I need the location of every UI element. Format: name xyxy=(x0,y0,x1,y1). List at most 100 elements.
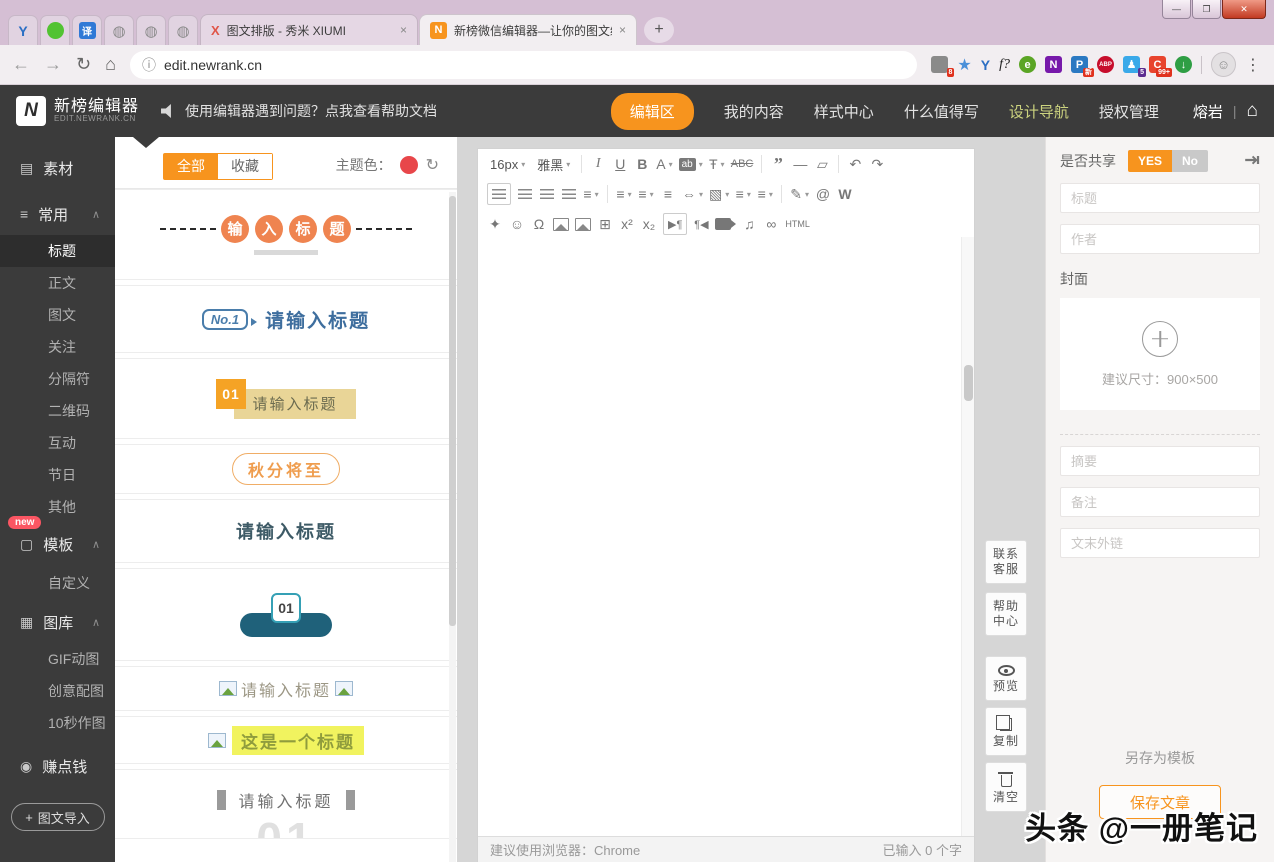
outdent-button[interactable]: ≡ xyxy=(660,183,676,205)
person-extension-icon[interactable]: ♟ 5 xyxy=(1123,56,1146,77)
adblock-extension-icon[interactable]: ABP xyxy=(1097,56,1114,73)
special-char-button[interactable]: Ω xyxy=(531,213,547,235)
pinned-tab-y[interactable]: Y xyxy=(8,15,38,45)
scrollbar-thumb[interactable] xyxy=(964,365,973,401)
onenote-extension-icon[interactable]: N xyxy=(1045,56,1062,73)
pinned-tab-globe-2[interactable]: ◍ xyxy=(136,15,166,45)
html-source-button[interactable]: HTML xyxy=(785,213,810,235)
editor-scrollbar[interactable] xyxy=(961,237,974,836)
edit-image-button[interactable] xyxy=(575,213,591,235)
align-left-button[interactable] xyxy=(487,183,511,205)
background-color-button[interactable]: ab ▾ xyxy=(678,153,703,175)
tab-all[interactable]: 全部 xyxy=(164,154,218,179)
author-field[interactable] xyxy=(1060,224,1260,254)
puzzle-extension-icon[interactable]: 8 xyxy=(931,56,955,77)
chevron-up-icon[interactable]: ∧ xyxy=(92,538,100,551)
template-item-pill-title[interactable]: 秋分将至 xyxy=(115,444,457,494)
template-item-no1-title[interactable]: No.1 请输入标题 xyxy=(115,285,457,353)
subscript-button[interactable]: x₂ xyxy=(641,213,657,235)
paragraph-spacing-button[interactable]: ≡ ▾ xyxy=(757,183,773,205)
insert-link-button[interactable]: ∞ xyxy=(763,213,779,235)
sidebar-item-creative[interactable]: 创意配图 xyxy=(0,675,115,707)
text-format-button[interactable]: Ŧ ▾ xyxy=(709,153,725,175)
sidebar-group-common[interactable]: ≡ 常用 ∧ xyxy=(0,193,115,235)
pinned-tab-translate[interactable]: 译 xyxy=(72,15,102,45)
word-import-button[interactable]: W xyxy=(837,183,853,205)
template-item-images-title[interactable]: 请输入标题 xyxy=(115,666,457,711)
bookmark-star-icon[interactable]: ★ xyxy=(957,55,971,75)
sidebar-item-qrcode[interactable]: 二维码 xyxy=(0,395,115,427)
username[interactable]: 熔岩 xyxy=(1193,101,1223,122)
reload-icon[interactable]: ↻ xyxy=(76,54,91,75)
forward-icon[interactable]: → xyxy=(44,54,62,75)
newrank-logo[interactable]: N xyxy=(16,96,46,126)
sidebar-item-gif[interactable]: GIF动图 xyxy=(0,643,115,675)
undo-button[interactable]: ↶ xyxy=(847,153,863,175)
url-input[interactable]: ⓘ edit.newrank.cn xyxy=(129,50,918,79)
sidebar-group-material[interactable]: ▤ 素材 xyxy=(0,143,115,193)
sidebar-group-template[interactable]: ▢ 模板 ∧ xyxy=(0,523,115,565)
template-item-01-tan-title[interactable]: 请输入标题 01 xyxy=(115,358,457,439)
fx-extension-icon[interactable]: f? xyxy=(999,57,1010,73)
theme-color-swatch[interactable] xyxy=(399,156,418,174)
scrollbar-thumb[interactable] xyxy=(449,196,456,626)
insert-table-button[interactable]: ⊞ xyxy=(597,213,613,235)
browser-avatar[interactable]: ☺ xyxy=(1211,52,1236,77)
bold-button[interactable]: B xyxy=(634,153,650,175)
help-notice-link[interactable]: 使用编辑器遇到问题？点我查看帮助文档 xyxy=(185,101,437,121)
align-center-button[interactable] xyxy=(517,183,533,205)
note-field[interactable] xyxy=(1060,487,1260,517)
cover-upload-area[interactable]: 建议尺寸：900×500 xyxy=(1060,298,1260,410)
maximize-button[interactable]: ❐ xyxy=(1192,0,1221,19)
sidebar-item-imagetext[interactable]: 图文 xyxy=(0,299,115,331)
indent-button[interactable]: ≡ ▾ xyxy=(583,183,599,205)
italic-button[interactable]: I xyxy=(590,153,606,175)
sidebar-item-10s-image[interactable]: 10秒作图 xyxy=(0,707,115,739)
sidebar-item-divider[interactable]: 分隔符 xyxy=(0,363,115,395)
sidebar-item-festival[interactable]: 节日 xyxy=(0,459,115,491)
nav-item-style-center[interactable]: 样式中心 xyxy=(814,101,874,122)
ordered-list-button[interactable]: ≡ ▾ xyxy=(616,183,632,205)
preview-button[interactable]: 预览 xyxy=(985,656,1027,701)
c-extension-icon[interactable]: C 99+ xyxy=(1149,56,1172,77)
format-painter-button[interactable]: ✦ xyxy=(487,213,503,235)
insert-music-button[interactable]: ♫ xyxy=(741,213,757,235)
nav-item-what-to-write[interactable]: 什么值得写 xyxy=(904,101,979,122)
new-tab-button[interactable]: + xyxy=(644,17,674,43)
chevron-up-icon[interactable]: ∧ xyxy=(92,208,100,221)
template-item-bars-title[interactable]: 请输入标题 01 xyxy=(115,769,457,839)
import-article-button[interactable]: + 图文导入 xyxy=(10,803,105,831)
tab-newrank[interactable]: N 新榜微信编辑器—让你的图文编 × xyxy=(419,14,637,45)
font-size-select[interactable]: 16px ▾ xyxy=(490,153,525,175)
template-item-01-capsule[interactable]: 01 xyxy=(115,568,457,661)
save-as-template-link[interactable]: 另存为模板 xyxy=(1060,748,1260,768)
underline-button[interactable]: U xyxy=(612,153,628,175)
horizontal-rule-button[interactable]: — xyxy=(792,153,808,175)
sidebar-item-interaction[interactable]: 互动 xyxy=(0,427,115,459)
emoji-button[interactable]: ☺ xyxy=(509,213,525,235)
pinned-tab-globe-1[interactable]: ◍ xyxy=(104,15,134,45)
share-yes-toggle[interactable]: YES xyxy=(1128,149,1173,172)
sidebar-item-follow[interactable]: 关注 xyxy=(0,331,115,363)
pinned-tab-globe-3[interactable]: ◍ xyxy=(168,15,198,45)
search-replace-button[interactable]: @ xyxy=(815,183,831,205)
template-item-circles-title[interactable]: 输 入 标 题 xyxy=(115,189,457,280)
font-color-button[interactable]: A ▾ xyxy=(656,153,672,175)
rtl-button[interactable]: ¶◀ xyxy=(693,213,709,235)
add-cover-icon[interactable] xyxy=(1142,320,1178,357)
align-justify-button[interactable] xyxy=(561,183,577,205)
clear-format-button[interactable]: ▱ xyxy=(814,153,830,175)
evernote-extension-icon[interactable]: e xyxy=(1019,56,1036,73)
nav-item-my-content[interactable]: 我的内容 xyxy=(724,101,784,122)
p-extension-icon[interactable]: P新 xyxy=(1071,56,1094,77)
close-tab-icon[interactable]: × xyxy=(400,23,407,37)
copy-button[interactable]: 复制 xyxy=(985,707,1027,756)
tab-xiumi[interactable]: X 图文排版 - 秀米 XIUMI × xyxy=(200,14,418,45)
insert-video-button[interactable] xyxy=(715,213,737,235)
template-item-highlight-title[interactable]: 这是一个标题 xyxy=(115,716,457,764)
ltr-button[interactable]: ▶¶ xyxy=(663,213,688,235)
close-window-button[interactable]: ✕ xyxy=(1222,0,1266,19)
align-right-button[interactable] xyxy=(539,183,555,205)
insert-image-button[interactable] xyxy=(553,213,569,235)
share-no-toggle[interactable]: No xyxy=(1172,149,1209,172)
